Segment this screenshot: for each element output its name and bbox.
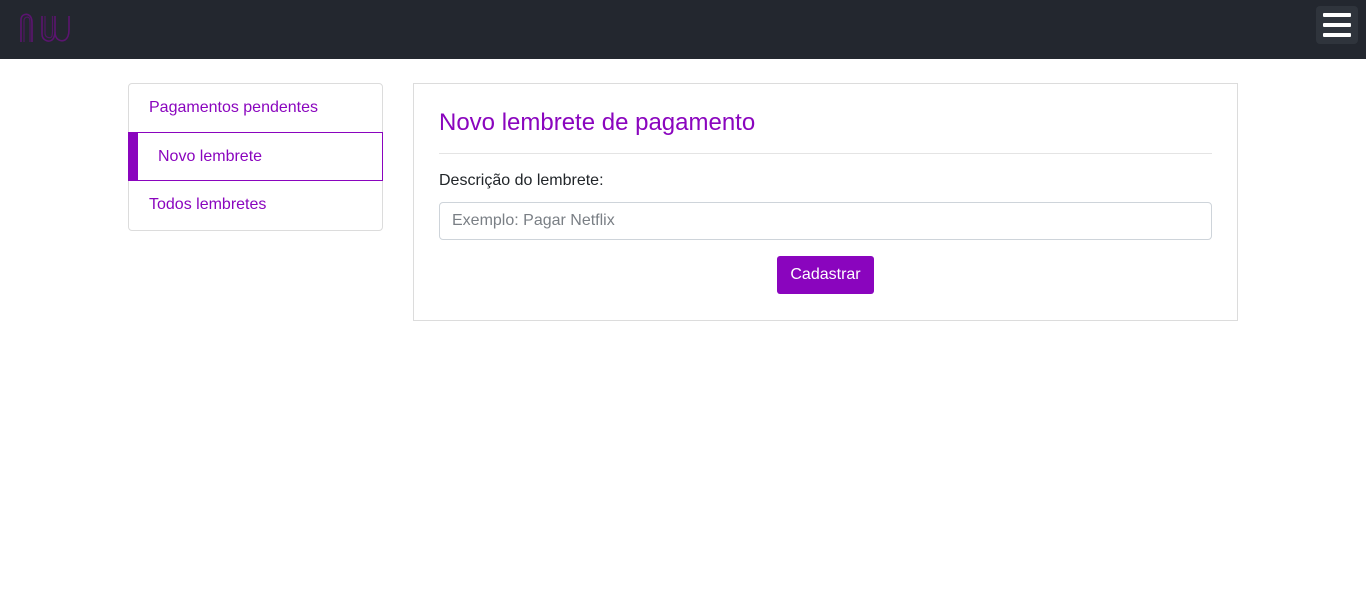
nubank-logo-icon[interactable] xyxy=(19,12,71,44)
top-navbar xyxy=(0,0,1366,59)
hamburger-menu-icon xyxy=(1323,13,1351,17)
sidebar-item-todos-lembretes[interactable]: Todos lembretes xyxy=(128,181,383,230)
title-divider xyxy=(439,153,1212,154)
cadastrar-button[interactable]: Cadastrar xyxy=(777,256,874,294)
sidebar-menu: Pagamentos pendentes Novo lembrete Todos… xyxy=(128,83,383,231)
description-input[interactable] xyxy=(439,202,1212,240)
hamburger-menu-icon-bar xyxy=(1323,33,1351,37)
description-label: Descrição do lembrete: xyxy=(439,172,604,189)
hamburger-menu-button[interactable] xyxy=(1316,6,1358,44)
sidebar-item-pagamentos-pendentes[interactable]: Pagamentos pendentes xyxy=(128,84,383,133)
sidebar-item-novo-lembrete[interactable]: Novo lembrete xyxy=(128,132,383,181)
new-reminder-card: Novo lembrete de pagamento Descrição do … xyxy=(413,83,1238,321)
hamburger-menu-icon-bar xyxy=(1323,23,1351,27)
page-title: Novo lembrete de pagamento xyxy=(439,109,756,136)
